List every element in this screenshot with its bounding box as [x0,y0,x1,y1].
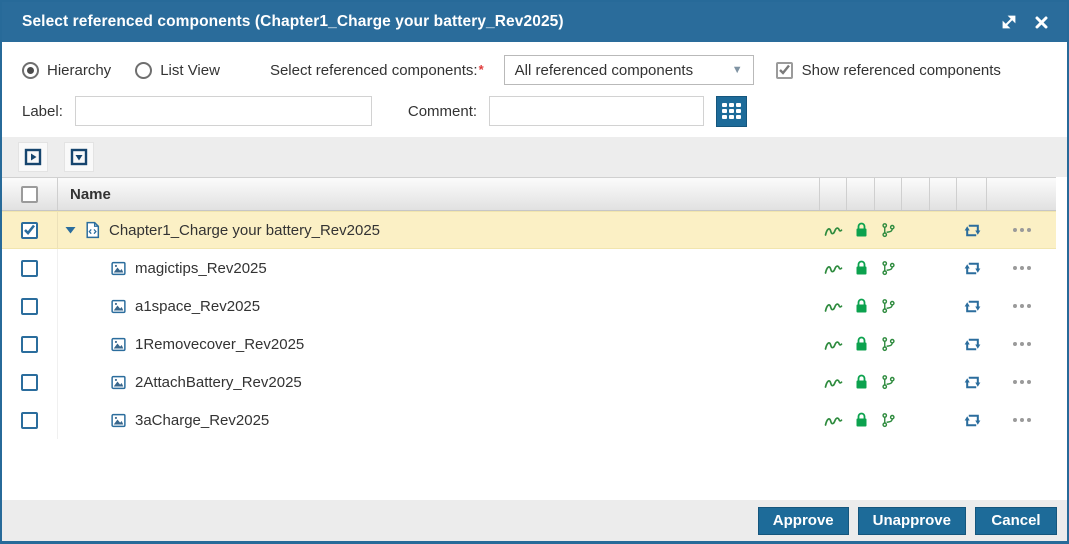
dialog-title: Select referenced components (Chapter1_C… [22,13,989,31]
version-branch-icon [875,325,902,363]
topic-document-icon [84,221,101,239]
dropdown-selected-value: All referenced components [515,62,726,79]
release-status-icon [820,401,847,439]
row-checkbox[interactable] [21,298,38,315]
release-status-icon [820,363,847,401]
reference-filter-dropdown[interactable]: All referenced components ▼ [504,55,754,85]
radio-list-view-label: List View [160,62,220,79]
filter-row-view: Hierarchy List View Select referenced co… [22,55,1049,85]
lock-icon [847,325,875,363]
show-referenced-checkbox[interactable] [776,62,793,79]
version-branch-icon [875,249,902,287]
row-checkbox[interactable] [21,412,38,429]
required-marker: * [479,62,484,77]
comment-field-caption: Comment: [408,103,477,120]
version-branch-icon [875,401,902,439]
header-checkbox-cell [2,178,58,210]
component-name: Chapter1_Charge your battery_Rev2025 [109,222,380,239]
release-status-icon [820,212,847,248]
collapse-row-icon[interactable] [62,226,78,234]
table-row[interactable]: Chapter1_Charge your battery_Rev2025 [2,211,1056,249]
release-status-icon [820,249,847,287]
components-table: Name [2,177,1056,439]
select-referenced-components-dialog: Select referenced components (Chapter1_C… [0,0,1069,544]
cancel-button[interactable]: Cancel [975,507,1057,535]
row-checkbox[interactable] [21,222,38,239]
component-name: 3aCharge_Rev2025 [135,412,269,429]
down-triangle-in-square-icon [70,148,88,166]
maximize-icon[interactable] [997,10,1021,34]
release-status-icon [820,325,847,363]
filter-row-inputs: Label: Comment: [22,96,1049,126]
lock-icon [847,287,875,325]
close-icon[interactable] [1029,10,1053,34]
version-branch-icon [875,212,902,248]
grid-view-button[interactable] [716,96,747,127]
more-options-icon[interactable] [987,325,1056,363]
component-name: 2AttachBattery_Rev2025 [135,374,302,391]
label-field-caption: Label: [22,103,63,120]
show-referenced-label: Show referenced components [802,62,1001,79]
component-name: magictips_Rev2025 [135,260,267,277]
reference-filter-label: Select referenced components:* [270,62,484,79]
label-input[interactable] [75,96,372,126]
image-icon [110,298,127,315]
table-row[interactable]: 2AttachBattery_Rev2025 [2,363,1056,401]
image-icon [110,374,127,391]
lock-icon [847,212,875,248]
tree-toolbar [2,137,1067,177]
more-options-icon[interactable] [987,363,1056,401]
component-name: a1space_Rev2025 [135,298,260,315]
reuse-loop-icon[interactable] [957,363,987,401]
table-header: Name [2,177,1056,211]
table-row[interactable]: 3aCharge_Rev2025 [2,401,1056,439]
table-row[interactable]: 1Removecover_Rev2025 [2,325,1056,363]
image-icon [110,336,127,353]
radio-hierarchy-label: Hierarchy [47,62,111,79]
dialog-footer: Approve Unapprove Cancel [2,500,1067,541]
more-options-icon[interactable] [987,287,1056,325]
comment-input[interactable] [489,96,704,126]
reuse-loop-icon[interactable] [957,401,987,439]
lock-icon [847,249,875,287]
chevron-down-icon: ▼ [732,64,743,76]
unapprove-button[interactable]: Unapprove [858,507,966,535]
approve-button[interactable]: Approve [758,507,849,535]
more-options-icon[interactable] [987,249,1056,287]
reuse-loop-icon[interactable] [957,249,987,287]
lock-icon [847,401,875,439]
more-options-icon[interactable] [987,401,1056,439]
right-triangle-in-square-icon [24,148,42,166]
component-name: 1Removecover_Rev2025 [135,336,304,353]
radio-list-view-control[interactable] [135,62,152,79]
show-referenced-checkbox-option[interactable]: Show referenced components [776,62,1001,79]
image-icon [110,260,127,277]
titlebar: Select referenced components (Chapter1_C… [2,2,1067,42]
row-checkbox[interactable] [21,260,38,277]
name-column-header: Name [58,178,820,210]
table-row[interactable]: a1space_Rev2025 [2,287,1056,325]
table-grid-icon [722,103,741,119]
collapse-all-button[interactable] [64,142,94,172]
radio-hierarchy-control[interactable] [22,62,39,79]
expand-all-button[interactable] [18,142,48,172]
row-checkbox[interactable] [21,336,38,353]
lock-icon [847,363,875,401]
image-icon [110,412,127,429]
table-row[interactable]: magictips_Rev2025 [2,249,1056,287]
row-checkbox[interactable] [21,374,38,391]
reuse-loop-icon[interactable] [957,212,987,248]
version-branch-icon [875,363,902,401]
more-options-icon[interactable] [987,212,1056,248]
version-branch-icon [875,287,902,325]
select-all-checkbox[interactable] [21,186,38,203]
release-status-icon [820,287,847,325]
radio-list-view[interactable]: List View [135,62,220,79]
radio-hierarchy[interactable]: Hierarchy [22,62,111,79]
reuse-loop-icon[interactable] [957,287,987,325]
reuse-loop-icon[interactable] [957,325,987,363]
